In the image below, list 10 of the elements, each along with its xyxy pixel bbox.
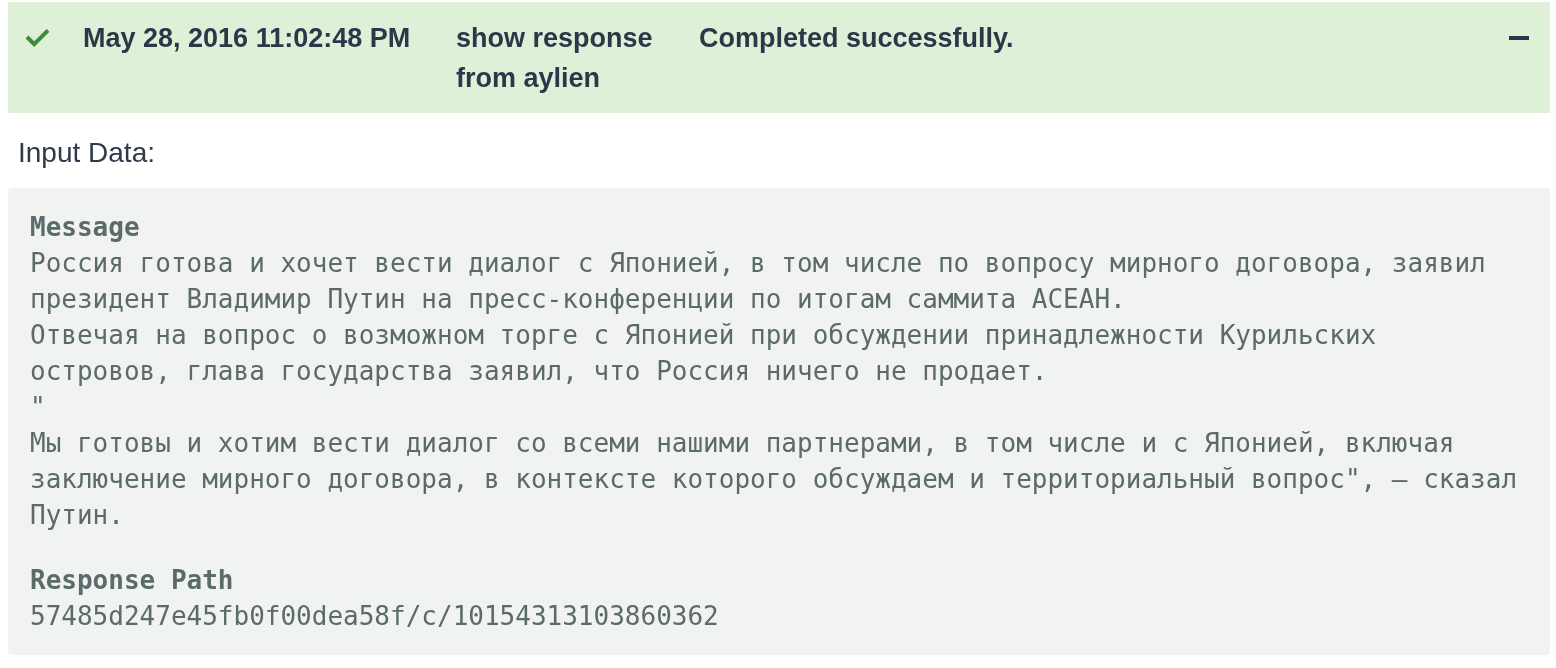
field-value: 57485d247e45fb0f00dea58f/c/10154313103860362 xyxy=(30,600,720,633)
section-title: Input Data: xyxy=(18,136,155,170)
field-value: Россия готова и хочет вести диалог с Японией, в том числе по вопросу мирного договора, заявил президент Владимир Путин на пресс-конференции по итогам саммита АСЕАН. Отвечая на вопрос о возможном торге с Японией при обсуждении принадлежности Курильских островов, глава государства заявил, что Россия ничего не продает. " Мы готовы и хотим вести диалог со всеми нашими партнерами, в том числе и с Японией, включая заключение мирного договора, в контексте которого обсуждаем и территориальный вопрос", — сказал Путин. xyxy=(30,247,1519,532)
timestamp: May 28, 2016 11:02:48 PM xyxy=(83,22,411,55)
field-label: Message xyxy=(30,211,140,244)
status-message: Completed successfully. xyxy=(699,22,1014,55)
minus-icon xyxy=(1509,36,1529,40)
field-label: Response Path xyxy=(30,564,234,597)
step-name: show response from aylien xyxy=(456,22,654,95)
collapse-button[interactable] xyxy=(1509,36,1529,40)
